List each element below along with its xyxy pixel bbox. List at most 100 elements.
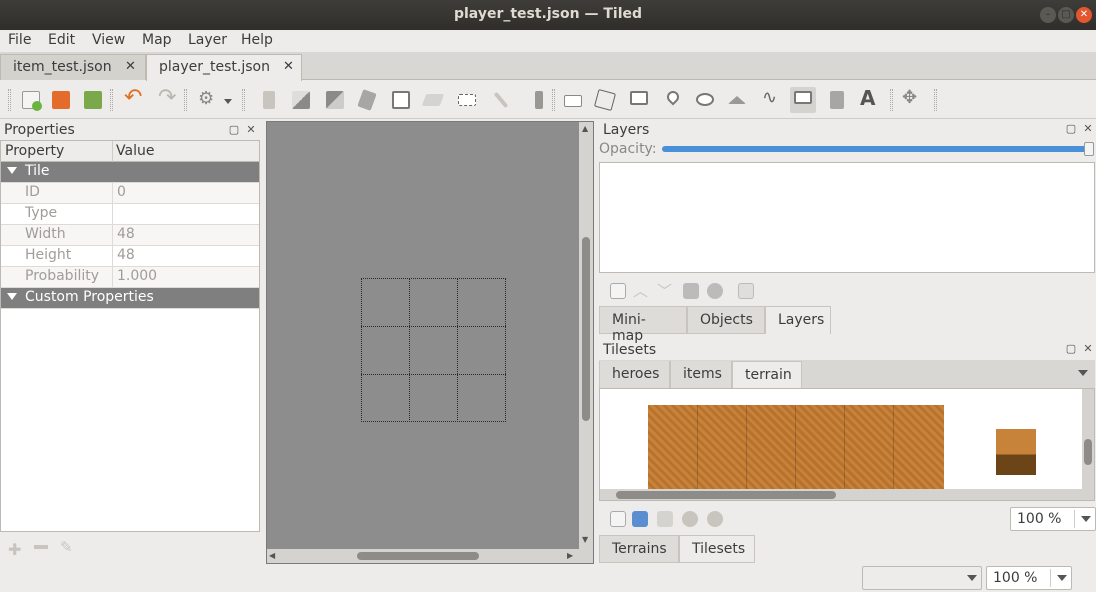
- map-vertical-scrollbar[interactable]: ▲ ▼: [579, 122, 593, 549]
- insert-rectangle-icon[interactable]: [626, 87, 652, 113]
- new-tileset-icon[interactable]: [610, 511, 626, 527]
- duplicate-layer-icon[interactable]: [683, 283, 699, 299]
- insert-tile-icon[interactable]: [790, 87, 816, 113]
- add-property-icon[interactable]: ✚: [8, 540, 21, 559]
- menu-map[interactable]: Map: [142, 32, 172, 48]
- terrain-brush-icon[interactable]: [288, 87, 314, 113]
- rename-property-icon[interactable]: ✎: [60, 538, 73, 556]
- scroll-right-icon[interactable]: ▶: [567, 551, 573, 560]
- redo-icon[interactable]: ↷: [154, 85, 180, 113]
- scroll-up-icon[interactable]: ▲: [582, 124, 588, 133]
- maximize-icon[interactable]: □: [1058, 7, 1074, 23]
- map-horizontal-scrollbar[interactable]: ◀ ▶: [267, 549, 593, 563]
- chevron-down-icon[interactable]: [1057, 575, 1067, 581]
- float-dock-icon[interactable]: ▢: [1065, 123, 1077, 135]
- edit-tileset-icon[interactable]: [682, 511, 698, 527]
- menu-file[interactable]: File: [8, 32, 31, 48]
- tab-mini-map[interactable]: Mini-map: [599, 306, 687, 344]
- random-mode-icon[interactable]: ✥: [898, 87, 924, 113]
- expand-arrow-icon[interactable]: [7, 293, 17, 300]
- section-tile[interactable]: Tile: [1, 162, 259, 183]
- column-header-value[interactable]: Value: [116, 143, 154, 159]
- scroll-left-icon[interactable]: ◀: [269, 551, 275, 560]
- tab-item-test[interactable]: item_test.json ✕: [0, 54, 146, 80]
- insert-template-icon[interactable]: [824, 87, 850, 113]
- section-custom-properties[interactable]: Custom Properties: [1, 288, 259, 309]
- export-tileset-icon[interactable]: [657, 511, 673, 527]
- map-zoom-combo[interactable]: 100 %: [986, 566, 1072, 590]
- tab-items[interactable]: items: [670, 361, 732, 389]
- scrollbar-thumb[interactable]: [616, 491, 836, 499]
- tab-terrains[interactable]: Terrains: [599, 535, 679, 563]
- undo-icon[interactable]: ↶: [120, 85, 146, 113]
- insert-point-icon[interactable]: [660, 87, 686, 113]
- close-dock-icon[interactable]: ✕: [1082, 343, 1094, 355]
- scrollbar-thumb[interactable]: [1084, 439, 1092, 465]
- insert-ellipse-icon[interactable]: [692, 87, 718, 113]
- magic-wand-icon[interactable]: [488, 87, 514, 113]
- tab-layers[interactable]: Layers: [765, 306, 831, 334]
- expand-arrow-icon[interactable]: [7, 167, 17, 174]
- open-icon[interactable]: [48, 87, 74, 113]
- tab-objects[interactable]: Objects: [687, 306, 765, 334]
- tileset-view[interactable]: [599, 388, 1095, 501]
- tab-close-icon[interactable]: ✕: [283, 59, 294, 74]
- menu-edit[interactable]: Edit: [48, 32, 75, 48]
- toggle-other-layers-icon[interactable]: [738, 283, 754, 299]
- float-dock-icon[interactable]: ▢: [228, 124, 240, 136]
- layer-list[interactable]: [599, 162, 1095, 273]
- tab-terrain[interactable]: terrain: [732, 361, 802, 389]
- scrollbar-thumb[interactable]: [357, 552, 479, 560]
- raise-layer-icon[interactable]: ︿: [633, 280, 648, 301]
- select-objects-icon[interactable]: [560, 87, 586, 113]
- remove-layer-icon[interactable]: [707, 283, 723, 299]
- import-tileset-icon[interactable]: [632, 511, 648, 527]
- table-row[interactable]: Probability 1.000: [1, 267, 259, 288]
- menu-view[interactable]: View: [92, 32, 125, 48]
- properties-table[interactable]: Property Value Tile ID 0 Type Width 48 Hei…: [0, 140, 260, 532]
- commands-icon[interactable]: ⚙: [194, 87, 232, 113]
- new-layer-icon[interactable]: [610, 283, 626, 299]
- layer-select-combo[interactable]: [862, 566, 982, 590]
- wang-brush-icon[interactable]: [322, 87, 348, 113]
- tab-close-icon[interactable]: ✕: [125, 59, 136, 74]
- rect-select-icon[interactable]: [454, 87, 480, 113]
- shape-fill-icon[interactable]: [388, 87, 414, 113]
- select-same-tile-icon[interactable]: [522, 87, 548, 113]
- insert-text-icon[interactable]: A: [856, 86, 882, 113]
- map-canvas[interactable]: ▲ ▼ ◀ ▶: [266, 121, 594, 564]
- remove-property-icon[interactable]: [34, 545, 48, 549]
- table-row[interactable]: Type: [1, 204, 259, 225]
- chevron-down-icon[interactable]: [1081, 516, 1091, 522]
- bucket-fill-icon[interactable]: [356, 87, 382, 113]
- lower-layer-icon[interactable]: ﹀: [657, 280, 672, 301]
- insert-polygon-icon[interactable]: [724, 87, 750, 113]
- tab-tilesets[interactable]: Tilesets: [679, 535, 755, 563]
- table-row[interactable]: Height 48: [1, 246, 259, 267]
- tab-player-test[interactable]: player_test.json ✕: [146, 54, 302, 81]
- terrain-tiles[interactable]: [648, 405, 944, 489]
- minimize-icon[interactable]: –: [1040, 7, 1056, 23]
- save-icon[interactable]: [80, 87, 106, 113]
- eraser-icon[interactable]: [420, 87, 446, 113]
- close-dock-icon[interactable]: ✕: [245, 124, 257, 136]
- menu-help[interactable]: Help: [241, 32, 273, 48]
- tileset-horizontal-scrollbar[interactable]: [600, 489, 1094, 500]
- edit-polygons-icon[interactable]: [592, 87, 618, 113]
- float-dock-icon[interactable]: ▢: [1065, 343, 1077, 355]
- tileset-vertical-scrollbar[interactable]: [1082, 389, 1094, 489]
- table-row[interactable]: ID 0: [1, 183, 259, 204]
- scroll-down-icon[interactable]: ▼: [582, 535, 588, 544]
- scrollbar-thumb[interactable]: [582, 237, 590, 421]
- menu-layer[interactable]: Layer: [188, 32, 227, 48]
- slider-handle[interactable]: [1084, 142, 1094, 156]
- insert-polyline-icon[interactable]: ∿: [758, 87, 784, 113]
- chevron-down-icon[interactable]: [967, 575, 977, 581]
- opacity-slider[interactable]: [662, 142, 1094, 156]
- tileset-menu-icon[interactable]: [1078, 370, 1088, 376]
- close-dock-icon[interactable]: ✕: [1082, 123, 1094, 135]
- table-row[interactable]: Width 48: [1, 225, 259, 246]
- new-map-icon[interactable]: [18, 87, 44, 113]
- close-icon[interactable]: ✕: [1076, 7, 1092, 23]
- dirt-edge-tile[interactable]: [996, 429, 1036, 475]
